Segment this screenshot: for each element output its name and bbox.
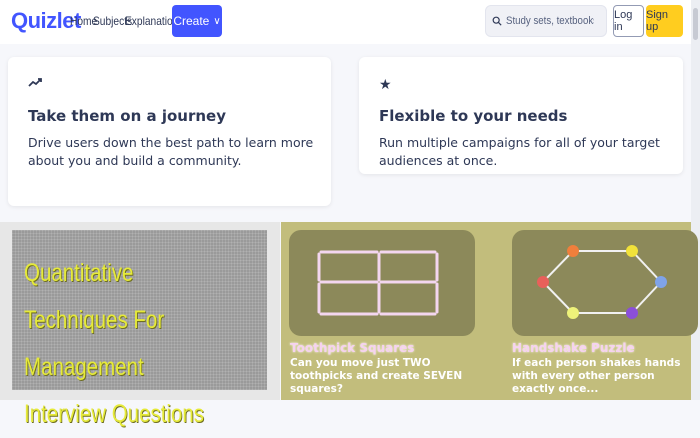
trending-up-icon	[28, 78, 42, 87]
top-header: Quizlet Home Subjects Explanations Creat…	[0, 0, 700, 44]
chevron-down-icon: ∨	[213, 15, 221, 27]
feature-title: Take them on a journey	[28, 107, 226, 125]
feature-card-flexible: ★ Flexible to your needs Run multiple ca…	[359, 57, 683, 174]
feature-description: Run multiple campaigns for all of your t…	[379, 135, 660, 168]
search-icon	[492, 16, 502, 26]
signup-button[interactable]: Sign up	[646, 5, 683, 37]
handshake-puzzle-image[interactable]	[512, 230, 698, 336]
article-thumbnail[interactable]: Quantitative Techniques For Management I…	[12, 230, 267, 428]
thumbnail-title: Quantitative Techniques For Management I…	[24, 259, 205, 428]
search-placeholder: Study sets, textbooks, ...	[506, 15, 594, 27]
toothpick-grid-illustration	[317, 250, 439, 316]
create-button[interactable]: Create ∨	[172, 5, 222, 37]
page-scrollbar[interactable]	[691, 0, 700, 400]
toothpick-puzzle-image[interactable]	[289, 230, 475, 336]
star-icon: ★	[379, 77, 392, 93]
scrollbar-thumb[interactable]	[693, 8, 698, 40]
puzzle-description-handshake: If each person shakes hands with every o…	[512, 357, 681, 395]
create-button-label: Create	[173, 14, 210, 28]
puzzle-description-toothpick: Can you move just TWO toothpicks and cre…	[290, 357, 463, 395]
feature-title: Flexible to your needs	[379, 107, 568, 125]
search-input[interactable]: Study sets, textbooks, ...	[485, 5, 607, 37]
puzzle-title-handshake[interactable]: Handshake Puzzle	[512, 341, 635, 355]
puzzle-title-toothpick[interactable]: Toothpick Squares	[290, 341, 414, 355]
feature-description: Drive users down the best path to learn …	[28, 135, 314, 168]
feature-card-journey: Take them on a journey Drive users down …	[8, 57, 331, 206]
login-button[interactable]: Log in	[613, 5, 644, 37]
handshake-network-illustration	[537, 245, 667, 319]
